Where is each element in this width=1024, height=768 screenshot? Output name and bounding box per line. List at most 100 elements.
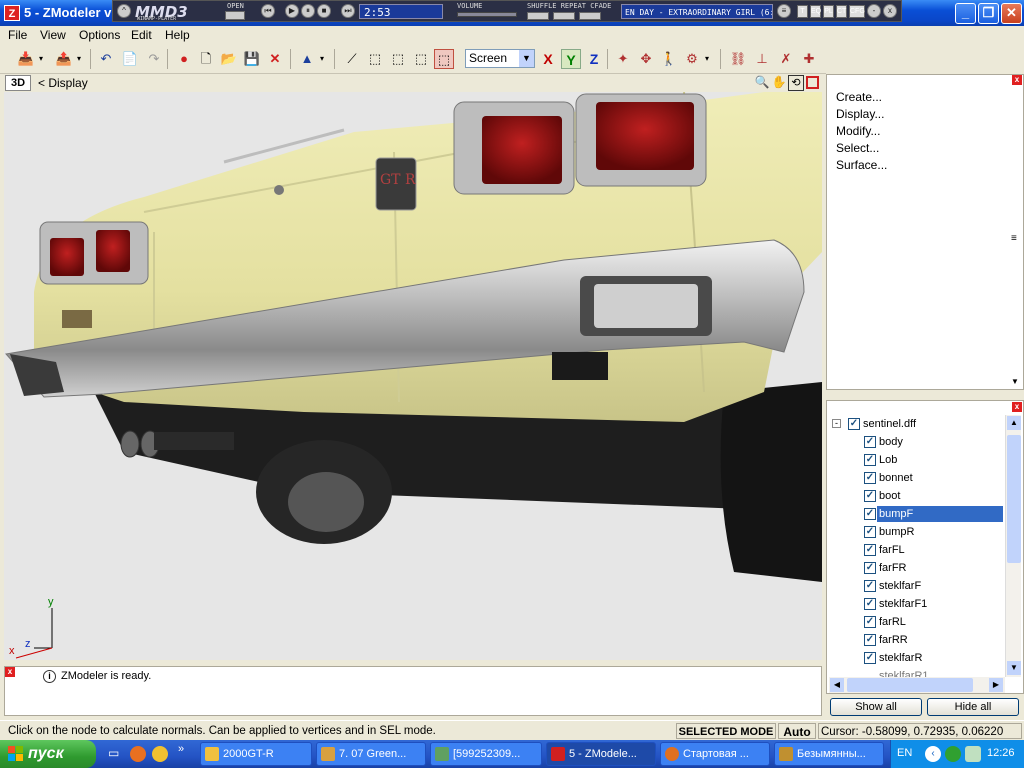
command-surface[interactable]: Surface...: [836, 158, 887, 172]
checkbox-checked-icon[interactable]: ✓: [864, 544, 876, 556]
tree-item-row[interactable]: ✓ bonnet: [827, 469, 1005, 487]
pivot-tool-icon[interactable]: ✚: [799, 49, 819, 69]
export-dropdown-icon[interactable]: ▾: [74, 49, 84, 69]
command-create[interactable]: Create...: [836, 90, 882, 104]
tree-horizontal-scrollbar[interactable]: ◀ ▶: [829, 677, 1005, 693]
panel-grip-icon[interactable]: ≡: [1011, 233, 1017, 244]
checkbox-checked-icon[interactable]: ✓: [864, 526, 876, 538]
selection-mode-indicator[interactable]: SELECTED MODE: [676, 723, 776, 739]
quicklaunch-media-icon[interactable]: [152, 746, 168, 762]
window-maximize-button[interactable]: ❐: [978, 3, 999, 24]
axis-y-toggle[interactable]: Y: [561, 49, 581, 69]
command-modify[interactable]: Modify...: [836, 124, 880, 138]
tree-item-row-partial[interactable]: steklfarR1: [827, 667, 1005, 677]
select-tool-icon[interactable]: ✦: [613, 49, 633, 69]
import-icon[interactable]: 📥: [16, 49, 36, 69]
axis-z-toggle[interactable]: Z: [584, 49, 604, 69]
export-icon[interactable]: 📤: [54, 49, 74, 69]
redo-icon[interactable]: ↷: [144, 49, 164, 69]
undo-list-icon[interactable]: 📄: [120, 49, 140, 69]
winamp-crossfade-toggle[interactable]: [579, 12, 601, 20]
winamp-close-icon[interactable]: x: [883, 4, 897, 18]
command-display[interactable]: Display...: [836, 107, 884, 121]
open-folder-icon[interactable]: 📂: [219, 49, 239, 69]
command-select[interactable]: Select...: [836, 141, 879, 155]
winamp-mini-eq[interactable]: EQ: [810, 5, 821, 18]
new-file-icon[interactable]: 🗋: [196, 49, 216, 69]
tree-item-row-selected[interactable]: ✓ bumpF: [827, 505, 1005, 523]
checkbox-checked-icon[interactable]: ✓: [864, 436, 876, 448]
task-button-paint[interactable]: Безымянны...: [774, 742, 884, 766]
mode-arrow-icon[interactable]: ▲: [297, 49, 317, 69]
winamp-prev-button[interactable]: ⏮: [261, 4, 275, 18]
checkbox-checked-icon[interactable]: ✓: [864, 634, 876, 646]
winamp-minimize-icon[interactable]: -: [867, 4, 881, 18]
quicklaunch-desktop-icon[interactable]: ▭: [108, 746, 119, 760]
zoom-icon[interactable]: 🔍: [754, 75, 770, 91]
link-tool-icon[interactable]: ⛓: [728, 49, 748, 69]
maximize-viewport-icon[interactable]: [806, 76, 819, 89]
import-dropdown-icon[interactable]: ▾: [36, 49, 46, 69]
scroll-up-icon[interactable]: ▲: [1007, 416, 1021, 430]
scroll-thumb[interactable]: [1007, 435, 1021, 563]
chevron-down-icon[interactable]: ▼: [519, 50, 534, 67]
transform-tool-icon[interactable]: ⚙: [682, 49, 702, 69]
collapse-icon[interactable]: -: [832, 419, 841, 428]
tree-item-row[interactable]: ✓ Lob: [827, 451, 1005, 469]
axis-tool-icon[interactable]: ⊥: [752, 49, 772, 69]
delete-icon[interactable]: ✕: [265, 49, 285, 69]
mode-dropdown-icon[interactable]: ▾: [317, 49, 327, 69]
tree-item-row[interactable]: ✓ body: [827, 433, 1005, 451]
undo-icon[interactable]: ↶: [96, 49, 116, 69]
viewport-display-breadcrumb[interactable]: < Display: [38, 76, 88, 90]
window-minimize-button[interactable]: _: [955, 3, 976, 24]
cross-tool-icon[interactable]: ✗: [776, 49, 796, 69]
panel-scroll-down-icon[interactable]: ▼: [1011, 377, 1019, 386]
checkbox-checked-icon[interactable]: ✓: [864, 472, 876, 484]
checkbox-checked-icon[interactable]: ✓: [864, 616, 876, 628]
task-button-folder[interactable]: 2000GT-R: [200, 742, 312, 766]
winamp-next-button[interactable]: ⏭: [341, 4, 355, 18]
checkbox-checked-icon[interactable]: ✓: [864, 490, 876, 502]
task-button-firefox[interactable]: Стартовая ...: [660, 742, 770, 766]
quicklaunch-firefox-icon[interactable]: [130, 746, 146, 762]
tray-network-icon[interactable]: [945, 746, 961, 762]
winamp-options-icon[interactable]: ≡: [777, 4, 791, 18]
record-icon[interactable]: ●: [174, 49, 194, 69]
viewport-mode-button[interactable]: 3D: [5, 75, 31, 91]
3d-viewport[interactable]: GT R y z x: [4, 92, 822, 660]
hscroll-thumb[interactable]: [847, 678, 973, 692]
window-close-button[interactable]: ✕: [1001, 3, 1022, 24]
checkbox-checked-icon[interactable]: ✓: [864, 652, 876, 664]
save-icon[interactable]: 💾: [242, 49, 262, 69]
checkbox-checked-icon[interactable]: ✓: [864, 508, 876, 520]
checkbox-checked-icon[interactable]: ✓: [848, 418, 860, 430]
coordinate-system-select[interactable]: Screen ▼: [465, 49, 535, 68]
tree-root-row[interactable]: - ✓ sentinel.dff: [827, 415, 1005, 433]
scroll-down-icon[interactable]: ▼: [1007, 661, 1021, 675]
winamp-stop-button[interactable]: ■: [317, 4, 331, 18]
tree-item-row[interactable]: ✓ steklfarR: [827, 649, 1005, 667]
rotate-view-icon[interactable]: ⟲: [788, 75, 804, 91]
tree-item-row[interactable]: ✓ boot: [827, 487, 1005, 505]
checkbox-checked-icon[interactable]: ✓: [864, 562, 876, 574]
object-mode-icon[interactable]: ⬚: [411, 49, 431, 69]
start-button[interactable]: пуск: [0, 740, 96, 768]
language-indicator[interactable]: EN: [897, 747, 912, 759]
scroll-right-icon[interactable]: ▶: [989, 678, 1003, 692]
menu-options[interactable]: Options: [79, 28, 120, 42]
transform-dropdown-icon[interactable]: ▾: [702, 49, 712, 69]
tree-item-row[interactable]: ✓ farFL: [827, 541, 1005, 559]
face-mode-icon[interactable]: ⬚: [388, 49, 408, 69]
winamp-pause-button[interactable]: ⏸: [301, 4, 315, 18]
tree-panel-close-icon[interactable]: x: [1012, 402, 1022, 412]
zmodeler-app-icon[interactable]: Z: [4, 5, 20, 21]
winamp-player-bar[interactable]: ^ MMD3 WINAMP-PLAYER OPEN ⏮ ▶ ⏸ ■ ⏭ 2:53…: [112, 0, 902, 22]
menu-help[interactable]: Help: [165, 28, 190, 42]
move-tool-icon[interactable]: ✥: [636, 49, 656, 69]
winamp-play-button[interactable]: ▶: [285, 4, 299, 18]
menu-edit[interactable]: Edit: [131, 28, 152, 42]
winamp-eject-button[interactable]: [225, 11, 245, 20]
checkbox-checked-icon[interactable]: ✓: [864, 598, 876, 610]
pan-hand-icon[interactable]: ✋: [771, 75, 787, 91]
